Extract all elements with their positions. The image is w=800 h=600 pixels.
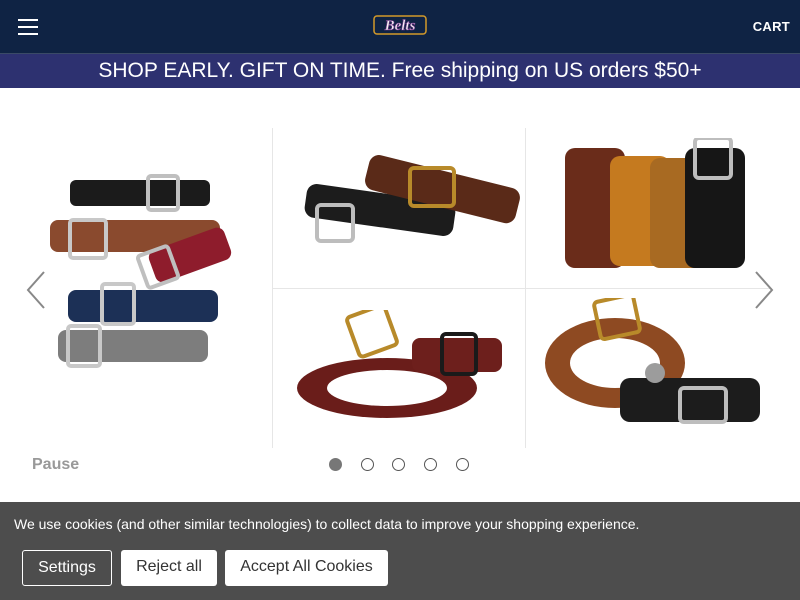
site-header: Belts CART	[0, 0, 800, 54]
cookie-settings-button[interactable]: Settings	[22, 550, 112, 586]
braided-belts-image	[565, 138, 745, 268]
chevron-left-icon[interactable]	[24, 270, 48, 310]
accept-all-cookies-button[interactable]: Accept All Cookies	[225, 550, 388, 586]
stacked-belts-image	[50, 174, 232, 368]
site-logo[interactable]: Belts	[372, 12, 428, 38]
cookie-message: We use cookies (and other similar techno…	[14, 516, 640, 532]
promo-banner[interactable]: SHOP EARLY. GIFT ON TIME. Free shipping …	[0, 54, 800, 88]
carousel-dots	[329, 458, 479, 474]
grid-divider	[272, 288, 772, 289]
carousel-dot[interactable]	[361, 458, 374, 471]
western-belts-image	[545, 298, 760, 424]
carousel-dot[interactable]	[392, 458, 405, 471]
cart-link[interactable]: CART	[753, 19, 790, 34]
cookie-banner: We use cookies (and other similar techno…	[0, 502, 800, 600]
hero-carousel	[0, 88, 800, 488]
carousel-dot[interactable]	[424, 458, 437, 471]
chevron-right-icon[interactable]	[752, 270, 776, 310]
carousel-dot[interactable]	[329, 458, 342, 471]
hamburger-menu-icon[interactable]	[18, 19, 38, 35]
carousel-dot[interactable]	[456, 458, 469, 471]
reject-all-button[interactable]: Reject all	[121, 550, 217, 586]
carousel-pause-button[interactable]: Pause	[32, 456, 79, 474]
svg-text:Belts: Belts	[384, 18, 416, 34]
black-brown-belts-image	[304, 155, 520, 243]
burgundy-belts-image	[297, 310, 502, 418]
